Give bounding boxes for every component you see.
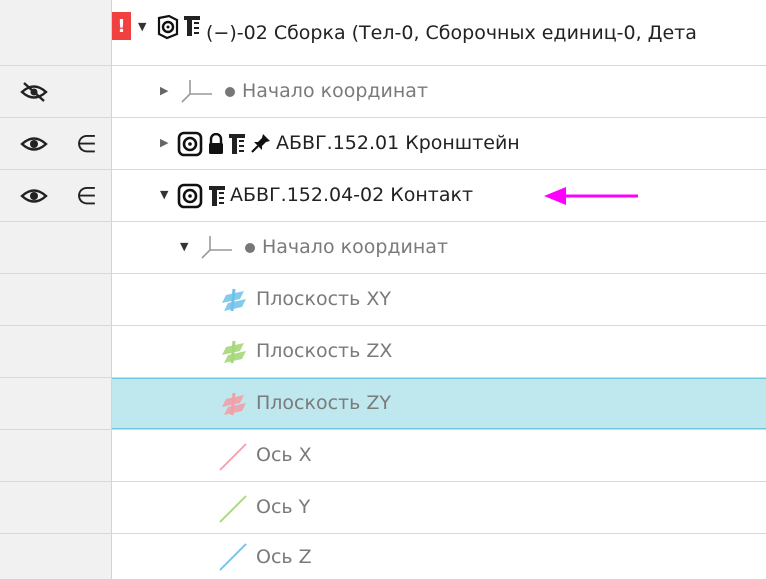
visibility-gutter (0, 534, 112, 579)
row-label: АБВГ.152.04-02 Контакт (230, 184, 474, 206)
pin-icon (250, 132, 272, 154)
row-label: Ось X (256, 444, 312, 466)
origin-dot-icon (224, 86, 236, 98)
row-content[interactable]: Ось Z (112, 534, 766, 579)
axis-icon (218, 542, 248, 572)
visibility-gutter (0, 378, 112, 429)
visibility-gutter (0, 326, 112, 377)
visibility-gutter (0, 274, 112, 325)
plane-icon (220, 339, 250, 365)
row-content[interactable]: Плоскость ZX (112, 326, 766, 377)
row-label: АБВГ.152.01 Кронштейн (276, 132, 520, 154)
tree-row-bracket[interactable]: ∈ ▶ АБВГ.152.01 Кронштейн (0, 118, 766, 170)
collapse-triangle-icon[interactable]: ▼ (138, 20, 146, 33)
plane-icon (220, 287, 250, 313)
row-content[interactable]: ▼ АБВГ.152.04-02 Контакт (112, 170, 766, 221)
eye-icon[interactable] (20, 185, 48, 207)
element-of-icon[interactable]: ∈ (76, 182, 97, 210)
axis-icon (218, 494, 248, 524)
visibility-gutter (0, 482, 112, 533)
expand-triangle-icon[interactable]: ▶ (160, 84, 168, 97)
row-label: Начало координат (262, 236, 449, 258)
model-tree: ! ▼ (−)-02 Сборка (Тел-0, Сборочных един… (0, 0, 766, 579)
row-label: (−)-02 Сборка (Тел-0, Сборочных единиц-0… (206, 22, 697, 44)
tool-column-icon (183, 14, 203, 38)
assembly-icon (156, 14, 180, 40)
row-label: Плоскость ZY (256, 392, 391, 414)
row-content[interactable]: Плоскость XY (112, 274, 766, 325)
row-content[interactable]: ▶ АБВГ.152.01 Кронштейн (112, 118, 766, 169)
visibility-gutter: ∈ (0, 170, 112, 221)
element-of-icon[interactable]: ∈ (76, 130, 97, 158)
annotation-arrow-icon (544, 185, 640, 207)
expand-triangle-icon[interactable]: ▶ (160, 136, 168, 149)
row-label: Начало координат (242, 80, 429, 102)
row-content[interactable]: ▼ Начало координат (112, 222, 766, 273)
eye-icon[interactable] (20, 133, 48, 155)
collapse-triangle-icon[interactable]: ▼ (180, 240, 188, 253)
visibility-gutter: ∈ (0, 118, 112, 169)
row-label: Ось Y (256, 496, 311, 518)
origin-dot-icon (244, 242, 256, 254)
tree-row-origin-top[interactable]: ▶ Начало координат (0, 66, 766, 118)
row-content[interactable]: Ось Y (112, 482, 766, 533)
row-label: Плоскость XY (256, 288, 391, 310)
coordinate-origin-icon (178, 78, 214, 104)
tree-row-axis-x[interactable]: Ось X (0, 430, 766, 482)
tree-row-plane-zx[interactable]: Плоскость ZX (0, 326, 766, 378)
tree-row-axis-y[interactable]: Ось Y (0, 482, 766, 534)
lock-icon (208, 133, 224, 155)
tree-row-assembly[interactable]: ! ▼ (−)-02 Сборка (Тел-0, Сборочных един… (0, 0, 766, 66)
tree-row-contact[interactable]: ∈ ▼ АБВГ.152.04-02 Контакт (0, 170, 766, 222)
visibility-gutter (0, 430, 112, 481)
axis-icon (218, 442, 248, 472)
row-content-selected[interactable]: Плоскость ZY (112, 378, 766, 429)
visibility-gutter (0, 222, 112, 273)
visibility-gutter (0, 66, 112, 117)
row-label: Ось Z (256, 546, 312, 568)
tree-row-plane-zy[interactable]: Плоскость ZY (0, 378, 766, 430)
row-content[interactable]: ▶ Начало координат (112, 66, 766, 117)
tree-row-axis-z[interactable]: Ось Z (0, 534, 766, 579)
collapse-triangle-icon[interactable]: ▼ (160, 188, 168, 201)
row-content[interactable]: Ось X (112, 430, 766, 481)
tree-row-origin-child[interactable]: ▼ Начало координат (0, 222, 766, 274)
visibility-gutter (0, 0, 112, 65)
eye-off-icon[interactable] (20, 81, 48, 103)
coordinate-origin-icon (198, 234, 234, 260)
row-label: Плоскость ZX (256, 340, 393, 362)
tree-row-plane-xy[interactable]: Плоскость XY (0, 274, 766, 326)
row-content[interactable]: ▼ (−)-02 Сборка (Тел-0, Сборочных единиц… (112, 0, 766, 65)
plane-icon (220, 391, 250, 417)
part-icon (177, 183, 203, 209)
tool-column-icon (208, 184, 228, 208)
part-icon (177, 131, 203, 157)
tool-column-icon (228, 132, 248, 156)
